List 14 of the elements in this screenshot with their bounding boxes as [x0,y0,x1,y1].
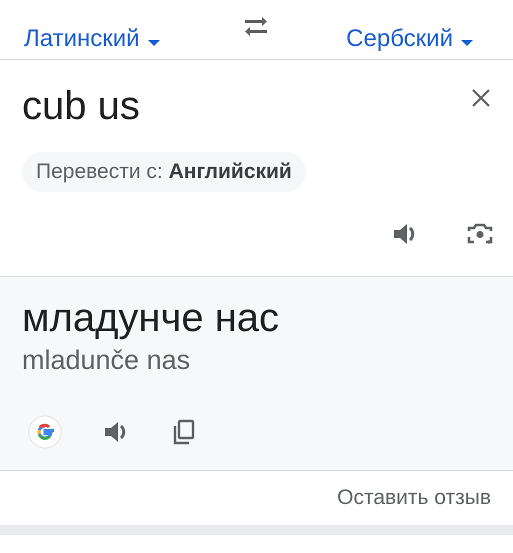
detect-language-chip[interactable]: Перевести с: Английский [22,152,306,192]
camera-icon[interactable] [467,222,493,246]
google-logo-icon[interactable] [28,415,62,449]
copy-icon[interactable] [172,419,196,445]
caret-icon [461,40,473,46]
close-icon[interactable] [471,88,491,108]
swap-icon[interactable] [243,17,269,37]
feedback-link[interactable]: Оставить отзыв [337,486,491,510]
translation-text: младунче нас [22,295,280,342]
target-language-button[interactable]: Сербский [346,25,473,57]
input-field[interactable]: cub us [22,80,140,132]
transliteration-text: mladunče nas [22,344,192,377]
source-language-button[interactable]: Латинский [24,25,160,57]
caret-icon [148,40,160,46]
